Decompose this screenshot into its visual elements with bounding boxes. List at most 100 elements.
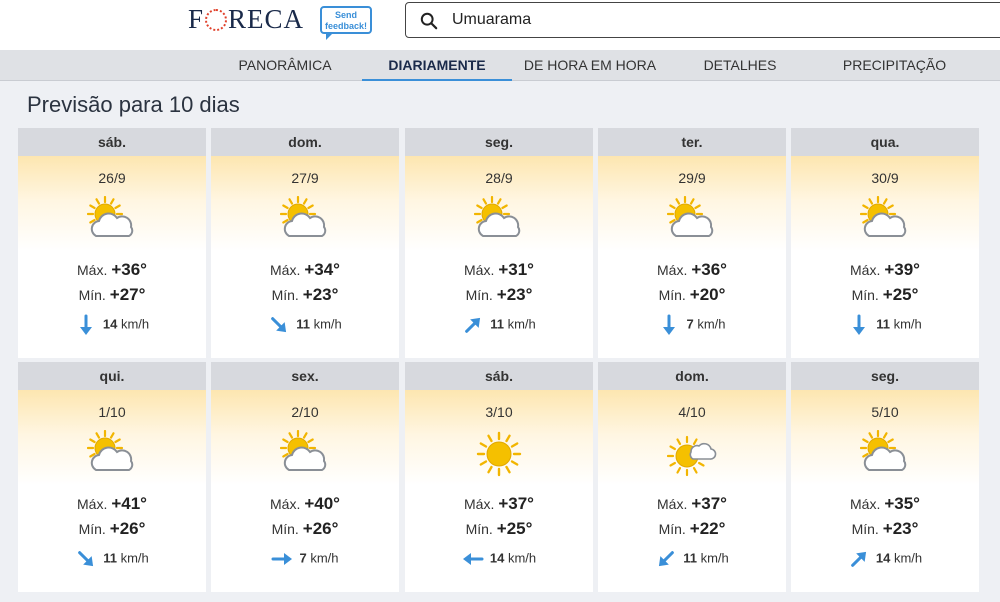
- max-label: Máx.: [464, 496, 495, 512]
- max-temp: +34°: [304, 260, 340, 279]
- day-date: 30/9: [871, 170, 899, 186]
- logo-ring-icon: [205, 8, 228, 31]
- day-card[interactable]: seg. 5/10 Máx. +35° Mín. +23° 14 km/h: [791, 362, 979, 592]
- tab-diariamente[interactable]: DIARIAMENTE: [362, 50, 512, 81]
- wind-unit: km/h: [893, 550, 923, 566]
- search-icon[interactable]: [420, 12, 438, 30]
- wind-unit: km/h: [507, 316, 536, 332]
- day-card[interactable]: qua. 30/9 Máx. +39° Mín. +25° 11 km/h: [791, 128, 979, 358]
- max-label: Máx.: [657, 496, 688, 512]
- day-date: 4/10: [678, 404, 706, 420]
- max-label: Máx.: [464, 262, 495, 278]
- max-temp-row: Máx. +35°: [791, 494, 979, 514]
- min-label: Mín.: [78, 287, 106, 303]
- wind-arrow-icon: [659, 551, 675, 567]
- tab-precipitacao[interactable]: PRECIPITAÇÃO: [822, 50, 967, 81]
- wind-speed: 14: [875, 550, 891, 566]
- tab-de-hora-em-hora[interactable]: DE HORA EM HORA: [512, 50, 668, 81]
- day-body: 3/10 Máx. +37° Mín. +25° 14 km/h: [405, 390, 593, 592]
- min-temp-row: Mín. +27°: [18, 285, 206, 305]
- wind-unit: km/h: [893, 316, 922, 332]
- wind-arrow-icon: [850, 551, 866, 567]
- day-body: 30/9 Máx. +39° Mín. +25° 11 km/h: [791, 156, 979, 358]
- wind-row: 14 km/h: [791, 548, 979, 570]
- wind-row: 7 km/h: [211, 548, 399, 570]
- wind-arrow-icon: [78, 551, 94, 567]
- day-name: qui.: [18, 362, 206, 390]
- foreca-logo[interactable]: F RECA: [188, 4, 304, 35]
- min-temp-row: Mín. +20°: [598, 285, 786, 305]
- day-card[interactable]: seg. 28/9 Máx. +31° Mín. +23° 11 km/h: [405, 128, 593, 358]
- day-card[interactable]: qui. 1/10 Máx. +41° Mín. +26° 11 km/h: [18, 362, 206, 592]
- wind-row: 14 km/h: [405, 548, 593, 570]
- day-body: 5/10 Máx. +35° Mín. +23° 14 km/h: [791, 390, 979, 592]
- search-box[interactable]: [405, 2, 1000, 38]
- wind-row: 7 km/h: [598, 314, 786, 336]
- wind-unit: km/h: [310, 550, 339, 566]
- min-temp: +25°: [882, 285, 919, 304]
- day-body: 26/9 Máx. +36° Mín. +27° 14 km/h: [18, 156, 206, 358]
- wind-arrow-icon: [663, 314, 676, 335]
- max-temp-row: Máx. +31°: [405, 260, 593, 280]
- max-temp: +41°: [111, 494, 147, 513]
- partly-cloudy-icon: [860, 430, 907, 471]
- min-temp: +27°: [109, 285, 146, 304]
- day-card[interactable]: dom. 4/10 Máx. +37° Mín. +22° 11 km/h: [598, 362, 786, 592]
- min-temp-row: Mín. +23°: [405, 285, 593, 305]
- max-temp-row: Máx. +36°: [18, 260, 206, 280]
- min-label: Mín.: [658, 521, 686, 537]
- min-temp-row: Mín. +25°: [405, 519, 593, 539]
- min-temp: +26°: [302, 519, 339, 538]
- day-name: seg.: [791, 362, 979, 390]
- min-temp: +20°: [689, 285, 726, 304]
- day-body: 27/9 Máx. +34° Mín. +23° 11 km/h: [211, 156, 399, 358]
- day-name: sáb.: [18, 128, 206, 156]
- min-temp: +25°: [496, 519, 533, 538]
- max-label: Máx.: [270, 496, 301, 512]
- wind-speed: 11: [683, 550, 697, 566]
- wind-unit: km/h: [313, 316, 342, 332]
- day-body: 28/9 Máx. +31° Mín. +23° 11 km/h: [405, 156, 593, 358]
- min-temp-row: Mín. +23°: [211, 285, 399, 305]
- max-temp-row: Máx. +39°: [791, 260, 979, 280]
- day-date: 5/10: [871, 404, 899, 420]
- partly-cloudy-icon: [280, 430, 327, 471]
- max-label: Máx.: [850, 496, 881, 512]
- max-temp: +37°: [691, 494, 727, 513]
- day-card[interactable]: sáb. 26/9 Máx. +36° Mín. +27° 14 km/h: [18, 128, 206, 358]
- day-card[interactable]: ter. 29/9 Máx. +36° Mín. +20° 7 km/h: [598, 128, 786, 358]
- wind-speed: 14: [102, 316, 118, 332]
- search-input[interactable]: [452, 7, 972, 33]
- day-name: dom.: [598, 362, 786, 390]
- wind-speed: 11: [296, 316, 310, 332]
- tab-panoramica[interactable]: PANORÂMICA: [210, 50, 360, 81]
- max-label: Máx.: [657, 262, 688, 278]
- min-label: Mín.: [658, 287, 686, 303]
- wind-speed: 7: [686, 316, 694, 332]
- feedback-line-1: Send: [334, 10, 357, 20]
- tab-detalhes[interactable]: DETALHES: [680, 50, 800, 81]
- logo-text-right: RECA: [228, 4, 305, 34]
- max-temp: +35°: [884, 494, 920, 513]
- site-header: F RECA Send feedback!: [0, 0, 1000, 50]
- wind-row: 11 km/h: [791, 314, 979, 336]
- wind-arrow-icon: [462, 553, 484, 565]
- send-feedback-button[interactable]: Send feedback!: [320, 6, 372, 40]
- partly-cloudy-icon: [860, 196, 907, 237]
- min-temp: +23°: [496, 285, 533, 304]
- logo-text-left: F: [188, 4, 205, 34]
- day-card[interactable]: dom. 27/9 Máx. +34° Mín. +23° 11 km/h: [211, 128, 399, 358]
- wind-unit: km/h: [700, 550, 729, 566]
- day-card[interactable]: sex. 2/10 Máx. +40° Mín. +26° 7 km/h: [211, 362, 399, 592]
- min-temp-row: Mín. +23°: [791, 519, 979, 539]
- sunny-icon: [476, 431, 522, 477]
- day-card[interactable]: sáb. 3/10 Máx. +37° Mín. +25° 14 km/h: [405, 362, 593, 592]
- day-date: 28/9: [485, 170, 513, 186]
- wind-unit: km/h: [697, 316, 726, 332]
- max-temp-row: Máx. +37°: [405, 494, 593, 514]
- wind-arrow-icon: [853, 314, 866, 335]
- wind-arrow-icon: [465, 317, 481, 333]
- min-label: Mín.: [851, 521, 879, 537]
- max-temp: +40°: [304, 494, 340, 513]
- wind-unit: km/h: [507, 550, 537, 566]
